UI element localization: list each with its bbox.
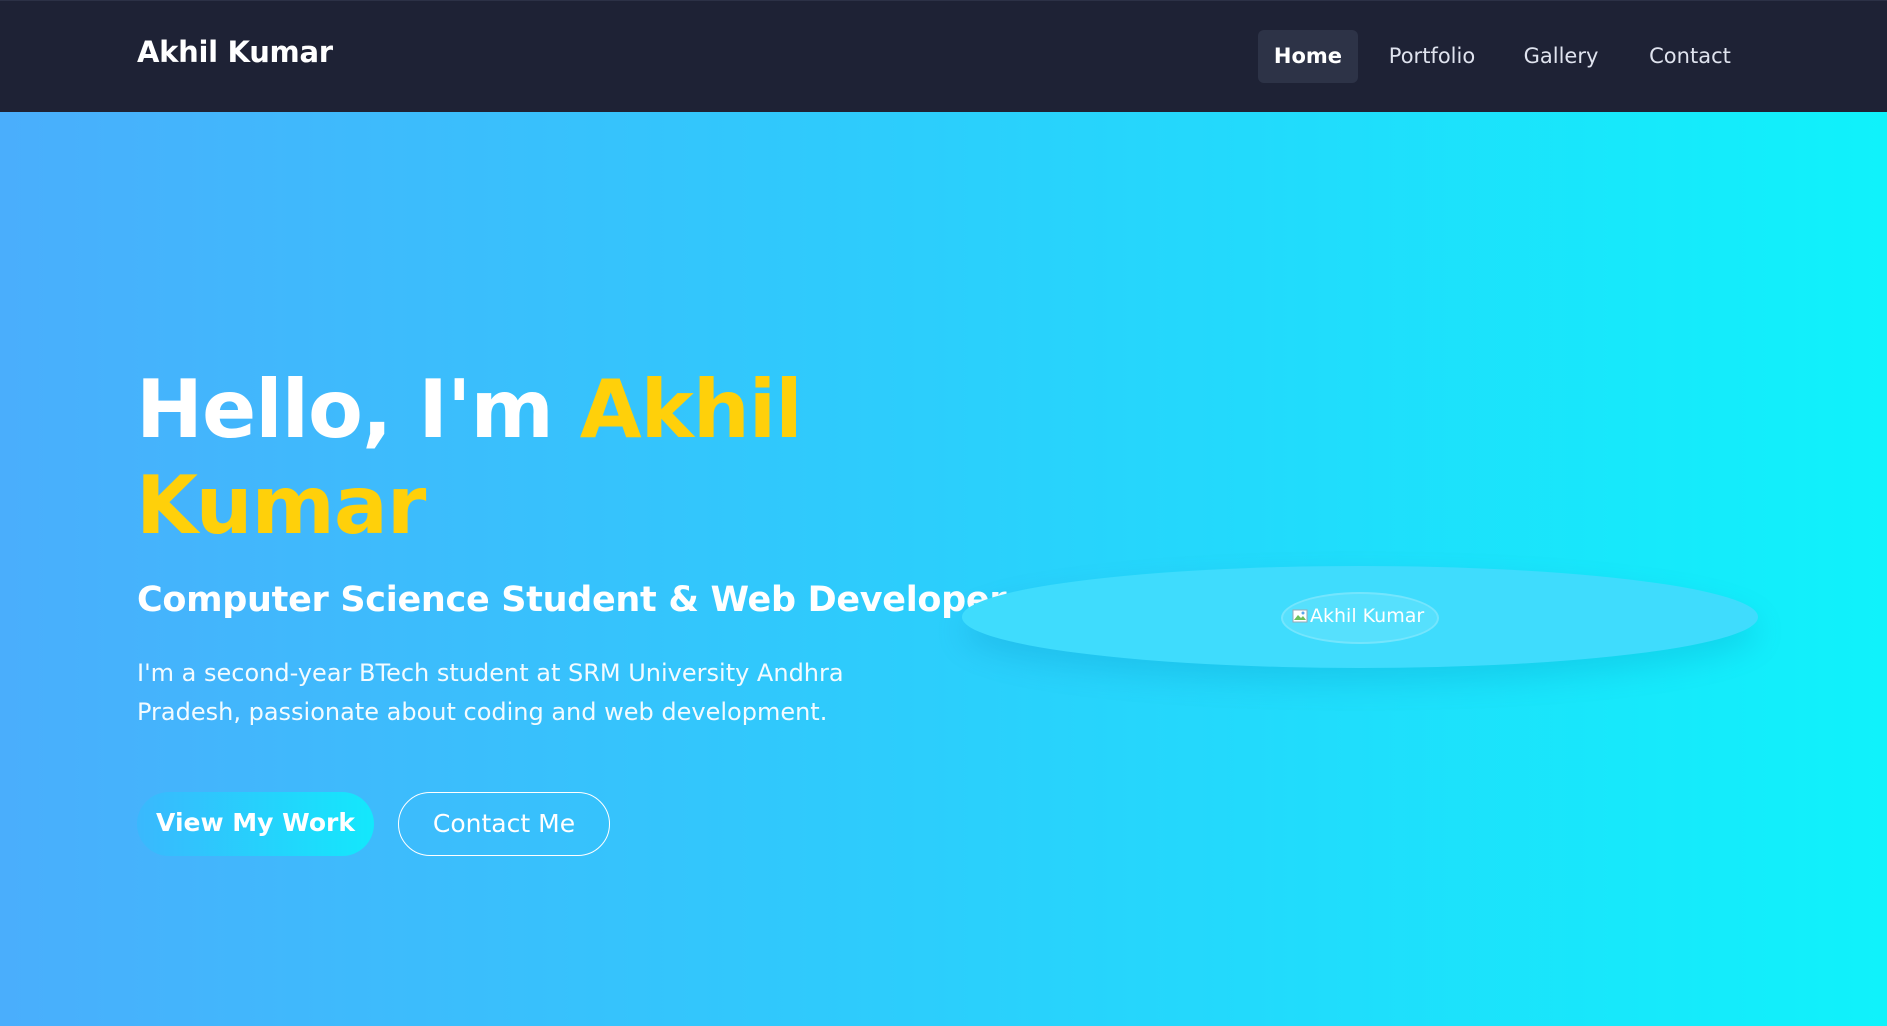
contact-me-button[interactable]: Contact Me bbox=[398, 792, 610, 856]
hero-title-prefix: Hello, I'm bbox=[136, 363, 580, 456]
hero-subtitle: Computer Science Student & Web Developer bbox=[137, 580, 1007, 620]
brand-logo[interactable]: Akhil Kumar bbox=[137, 35, 333, 69]
hero-section: Hello, I'm Akhil Kumar Computer Science … bbox=[0, 112, 1887, 1026]
hero-description: I'm a second-year BTech student at SRM U… bbox=[137, 659, 844, 726]
nav-gallery[interactable]: Gallery bbox=[1508, 30, 1614, 83]
view-my-work-button[interactable]: View My Work bbox=[137, 792, 374, 856]
hero-title: Hello, I'm Akhil Kumar bbox=[136, 362, 956, 554]
nav-portfolio[interactable]: Portfolio bbox=[1377, 30, 1487, 83]
broken-image-icon bbox=[1292, 609, 1308, 623]
profile-image-alt-text: Akhil Kumar bbox=[1310, 605, 1425, 627]
nav-home[interactable]: Home bbox=[1258, 30, 1358, 83]
profile-image-alt: Akhil Kumar bbox=[1292, 605, 1424, 627]
nav-contact[interactable]: Contact bbox=[1636, 30, 1744, 83]
